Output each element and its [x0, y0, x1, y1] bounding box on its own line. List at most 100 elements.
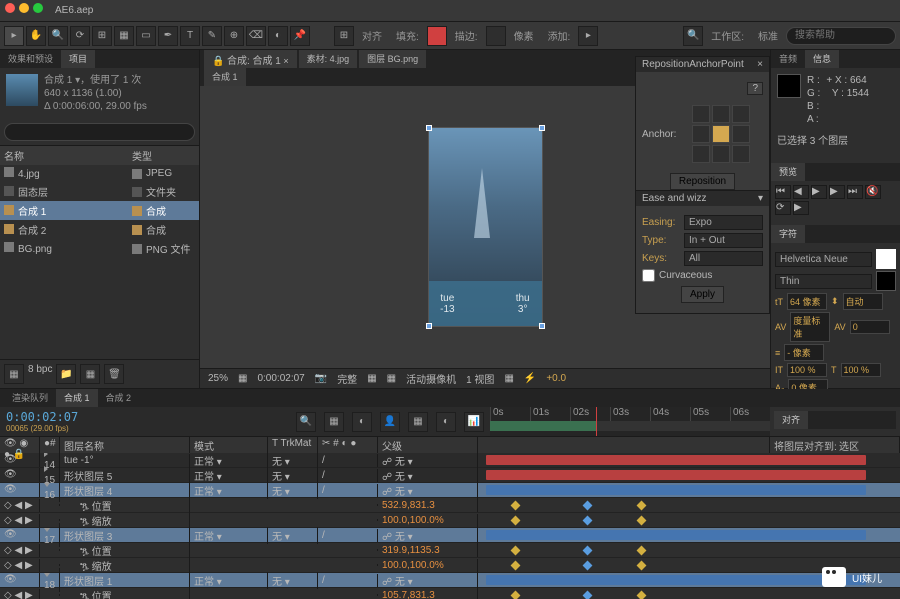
- motion-blur-icon[interactable]: ◐: [436, 412, 456, 432]
- playhead[interactable]: [596, 407, 597, 436]
- project-item[interactable]: 合成 2合成: [0, 220, 199, 239]
- pan-behind-tool[interactable]: ▦: [114, 26, 134, 46]
- close-icon[interactable]: ×: [757, 59, 763, 70]
- comp-tab-src2[interactable]: 图层 BG.png: [359, 50, 426, 68]
- keyframe[interactable]: [637, 561, 647, 571]
- mute-button[interactable]: 🔇: [865, 185, 881, 199]
- brush-tool[interactable]: ✎: [202, 26, 222, 46]
- comp-tab-main[interactable]: 🔒 合成: 合成 1 ×: [204, 50, 297, 68]
- text-tool[interactable]: T: [180, 26, 200, 46]
- parent-select[interactable]: ☍ 无 ▾: [382, 577, 413, 588]
- anchor-tr[interactable]: [732, 105, 750, 123]
- handle-br[interactable]: [539, 323, 545, 329]
- workspace-value[interactable]: 标准: [758, 28, 778, 43]
- rotate-tool[interactable]: ⟳: [70, 26, 90, 46]
- comp-subtab[interactable]: 合成 1: [204, 68, 246, 86]
- layer-bar[interactable]: [486, 530, 866, 540]
- fill-color-swatch[interactable]: [876, 249, 896, 269]
- search-input[interactable]: [786, 27, 896, 45]
- grid-icon[interactable]: ▦: [387, 373, 396, 384]
- anchor-bl[interactable]: [692, 145, 710, 163]
- puppet-tool[interactable]: 📌: [290, 26, 310, 46]
- visibility-toggle[interactable]: 👁: [4, 529, 16, 541]
- handle-bl[interactable]: [426, 323, 432, 329]
- keyframe[interactable]: [582, 546, 592, 556]
- property-value[interactable]: 100.0,100.0%: [378, 514, 478, 527]
- col-name-header[interactable]: 名称: [4, 148, 132, 163]
- tab-character[interactable]: 字符: [771, 225, 805, 243]
- hand-tool[interactable]: ✋: [26, 26, 46, 46]
- blend-mode-select[interactable]: 正常 ▾: [194, 577, 222, 588]
- parent-select[interactable]: ☍ 无 ▾: [382, 487, 413, 498]
- layer-bar[interactable]: [486, 575, 866, 585]
- vscale-input[interactable]: 100 %: [787, 363, 827, 377]
- selection-tool[interactable]: ▸: [4, 26, 24, 46]
- help-icon[interactable]: ?: [747, 82, 763, 95]
- interpret-footage-icon[interactable]: ▦: [4, 364, 24, 384]
- expand-icon[interactable]: [44, 483, 50, 487]
- easing-select[interactable]: Expo: [684, 215, 763, 230]
- current-time[interactable]: 0:00:02:07: [257, 373, 304, 384]
- roi-icon[interactable]: ▦: [367, 373, 376, 384]
- loop-button[interactable]: ⟳: [775, 201, 791, 215]
- visibility-toggle[interactable]: 👁: [4, 454, 16, 466]
- window-close[interactable]: [5, 3, 15, 13]
- anchor-bc[interactable]: [712, 145, 730, 163]
- zoom-tool[interactable]: 🔍: [48, 26, 68, 46]
- keyframe[interactable]: [637, 516, 647, 526]
- stroke-color-swatch[interactable]: [876, 271, 896, 291]
- blend-mode-select[interactable]: 正常 ▾: [194, 532, 222, 543]
- current-timecode[interactable]: 0:00:02:07: [6, 410, 78, 424]
- project-search[interactable]: [4, 123, 195, 141]
- font-style-select[interactable]: Thin: [775, 274, 872, 289]
- window-minimize[interactable]: [19, 3, 29, 13]
- col-layer-name[interactable]: 图层名称: [60, 437, 190, 453]
- tab-effects[interactable]: 效果和预设: [0, 50, 61, 68]
- handle-tr[interactable]: [539, 125, 545, 131]
- property-value[interactable]: 105.7,831.3: [378, 589, 478, 599]
- font-family-select[interactable]: Helvetica Neue: [775, 252, 872, 267]
- curvaceous-checkbox[interactable]: [642, 269, 655, 282]
- type-select[interactable]: In + Out: [684, 233, 763, 248]
- font-size-input[interactable]: 64 像素: [787, 293, 827, 310]
- keyframe[interactable]: [510, 591, 520, 599]
- parent-select[interactable]: ☍ 无 ▾: [382, 532, 413, 543]
- anchor-br[interactable]: [732, 145, 750, 163]
- zoom-level[interactable]: 25%: [208, 373, 228, 384]
- roto-tool[interactable]: ◐: [268, 26, 288, 46]
- anchor-tc[interactable]: [712, 105, 730, 123]
- hscale-input[interactable]: 100 %: [841, 363, 881, 377]
- frame-blend-icon[interactable]: ▦: [408, 412, 428, 432]
- project-item[interactable]: BG.pngPNG 文件: [0, 239, 199, 258]
- first-frame-button[interactable]: ⏮: [775, 185, 791, 199]
- graph-editor-icon[interactable]: 📊: [464, 412, 484, 432]
- tab-comp2[interactable]: 合成 2: [98, 389, 140, 407]
- layer-bar[interactable]: [486, 455, 866, 465]
- property-value[interactable]: 100.0,100.0%: [378, 559, 478, 572]
- panel-menu-icon[interactable]: ▾: [758, 193, 763, 204]
- project-item[interactable]: 合成 1合成: [0, 201, 199, 220]
- tracking-input[interactable]: 0: [850, 320, 890, 334]
- pen-tool[interactable]: ✒: [158, 26, 178, 46]
- trkmat-select[interactable]: 无 ▾: [272, 532, 290, 543]
- reposition-button[interactable]: Reposition: [670, 173, 735, 190]
- handle-tl[interactable]: [426, 125, 432, 131]
- layer-bar[interactable]: [486, 470, 866, 480]
- visibility-toggle[interactable]: 👁: [4, 484, 16, 496]
- keyframe[interactable]: [510, 561, 520, 571]
- keyframe[interactable]: [510, 546, 520, 556]
- leading-input[interactable]: 自动: [843, 293, 883, 310]
- trash-icon[interactable]: 🗑: [104, 364, 124, 384]
- keys-select[interactable]: All: [684, 251, 763, 266]
- blend-mode-select[interactable]: 正常 ▾: [194, 487, 222, 498]
- layer-bar[interactable]: [486, 485, 866, 495]
- expand-icon[interactable]: [44, 573, 50, 577]
- time-ruler-area[interactable]: 0s01s02s03s04s05s06s: [490, 407, 770, 436]
- clone-tool[interactable]: ⊕: [224, 26, 244, 46]
- anchor-center[interactable]: [712, 125, 730, 143]
- keyframe[interactable]: [637, 501, 647, 511]
- col-type-header[interactable]: 类型: [132, 148, 152, 163]
- anchor-tl[interactable]: [692, 105, 710, 123]
- anchor-ml[interactable]: [692, 125, 710, 143]
- fill-swatch[interactable]: [427, 26, 447, 46]
